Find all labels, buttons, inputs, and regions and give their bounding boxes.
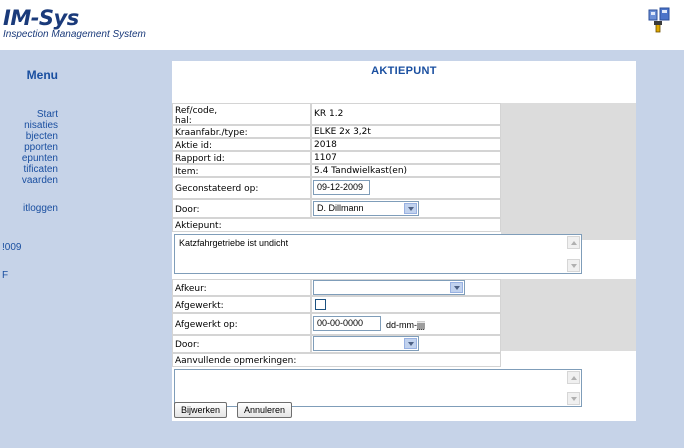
sidebar-year: !009 — [2, 242, 22, 253]
row-aktiepunt-label: Aktiepunt: — [172, 218, 636, 232]
door-label: Door: — [172, 199, 311, 218]
geconstateerd-input[interactable]: 09-12-2009 — [313, 180, 370, 195]
row-opmerkingen-label: Aanvullende opmerkingen: — [172, 353, 636, 367]
sidebar-item-aktiepunten[interactable]: epunten — [22, 154, 58, 164]
opmerkingen-label: Aanvullende opmerkingen: — [172, 353, 501, 367]
aktiepunt-label: Aktiepunt: — [172, 218, 501, 232]
door-selected: D. Dillmann — [317, 203, 364, 213]
date-format-hint: dd-mm-jjjj — [386, 320, 425, 330]
chevron-down-icon — [404, 338, 417, 349]
row-aktie-id: Aktie id: 2018 — [172, 138, 636, 151]
item-label: Item: — [172, 164, 311, 177]
scroll-up-icon[interactable] — [567, 371, 580, 384]
form-title: AKTIEPUNT — [371, 65, 437, 77]
item-value: 5.4 Tandwielkast(en) — [311, 164, 501, 177]
door2-label: Door: — [172, 335, 311, 353]
afgewerkt-op-input[interactable]: 00-00-0000 — [313, 316, 381, 331]
row-afkeur: Afkeur: — [172, 279, 636, 296]
afgewerkt-label: Afgewerkt: — [172, 296, 311, 313]
aktie-id-label: Aktie id: — [172, 138, 311, 151]
afgewerkt-cell — [311, 296, 501, 313]
menu-title: Menu — [26, 68, 58, 82]
row-afgewerkt-op: Afgewerkt op: 00-00-0000 dd-mm-jjjj — [172, 313, 636, 335]
app-logo[interactable]: IM-Sys Inspection Management System — [3, 6, 146, 41]
logo-title: IM-Sys — [3, 6, 79, 30]
sidebar-footer: F — [2, 270, 9, 281]
aktiepunt-textarea[interactable]: Katzfahrgetriebe ist undicht — [174, 234, 582, 274]
cancel-button[interactable]: Annuleren — [237, 402, 293, 418]
logo-subtitle: Inspection Management System — [3, 29, 146, 40]
sidebar-item-start[interactable]: Start — [37, 110, 58, 120]
sidebar: Menu Start nisaties bjecten pporten epun… — [0, 50, 62, 448]
row-rapport-id: Rapport id: 1107 — [172, 151, 636, 164]
afgewerkt-checkbox[interactable] — [315, 299, 326, 310]
row-ref: Ref/code, hal: KR 1.2 — [172, 103, 636, 126]
sidebar-item-organisaties[interactable]: nisaties — [24, 121, 58, 131]
afkeur-select[interactable] — [313, 280, 465, 295]
row-afgewerkt: Afgewerkt: — [172, 296, 636, 313]
row-geconstateerd: Geconstateerd op: 09-12-2009 — [172, 177, 636, 199]
ref-label: Ref/code, hal: — [172, 103, 311, 126]
chevron-down-icon — [450, 282, 463, 293]
update-button[interactable]: Bijwerken — [174, 402, 228, 418]
main-area: Menu Start nisaties bjecten pporten epun… — [0, 50, 684, 448]
afkeur-label: Afkeur: — [172, 279, 311, 296]
chevron-down-icon — [404, 203, 417, 214]
sidebar-item-rapporten[interactable]: pporten — [24, 143, 58, 153]
scroll-down-icon[interactable] — [567, 259, 580, 272]
aktiepunt-form: AKTIEPUNT Ref/code, hal: KR 1.2 Kraanfab… — [172, 61, 636, 421]
row-kraan: Kraanfabr./type: ELKE 2x 3,2t — [172, 125, 636, 138]
aktiepunt-text: Katzfahrgetriebe ist undicht — [179, 238, 289, 248]
door-select[interactable]: D. Dillmann — [313, 201, 419, 216]
row-door: Door: D. Dillmann — [172, 199, 636, 218]
header-bar: IM-Sys Inspection Management System — [0, 0, 684, 50]
afgewerkt-op-label: Afgewerkt op: — [172, 313, 311, 335]
geconstateerd-label: Geconstateerd op: — [172, 177, 311, 199]
scroll-down-icon[interactable] — [567, 392, 580, 405]
ref-value: KR 1.2 — [311, 103, 501, 125]
kraan-value: ELKE 2x 3,2t — [311, 125, 501, 138]
row-door2: Door: — [172, 335, 636, 353]
aktie-id-value: 2018 — [311, 138, 501, 151]
door2-select[interactable] — [313, 336, 419, 351]
row-item: Item: 5.4 Tandwielkast(en) — [172, 164, 636, 177]
sidebar-item-certificaten[interactable]: tificaten — [24, 165, 58, 175]
opmerkingen-scrollbar[interactable] — [567, 371, 580, 405]
scroll-up-icon[interactable] — [567, 236, 580, 249]
aktiepunt-scrollbar[interactable] — [567, 236, 580, 272]
kraan-label: Kraanfabr./type: — [172, 125, 311, 138]
sidebar-item-waarden[interactable]: vaarden — [22, 176, 58, 186]
rapport-id-value: 1107 — [311, 151, 501, 164]
opmerkingen-textarea[interactable] — [174, 369, 582, 407]
tools-icon[interactable] — [646, 6, 672, 38]
sidebar-item-objecten[interactable]: bjecten — [26, 132, 58, 142]
sidebar-item-uitloggen[interactable]: itloggen — [23, 204, 58, 214]
rapport-id-label: Rapport id: — [172, 151, 311, 164]
